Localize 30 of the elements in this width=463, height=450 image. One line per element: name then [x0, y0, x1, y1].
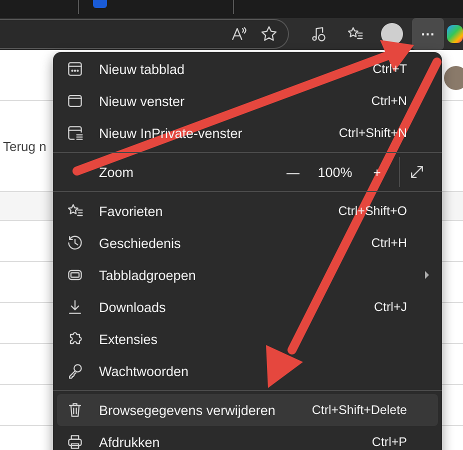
menu-item[interactable]: Nieuw venster Ctrl+N	[57, 85, 438, 117]
download-icon	[66, 298, 84, 316]
favorite-star-icon[interactable]	[260, 25, 278, 43]
media-icon[interactable]	[310, 25, 328, 43]
tab-icon	[66, 60, 84, 78]
menu-item[interactable]: Wachtwoorden	[57, 355, 438, 387]
copilot-icon[interactable]	[447, 25, 463, 43]
menu-item[interactable]: Extensies	[57, 323, 438, 355]
history-icon	[66, 234, 84, 252]
profile-avatar	[444, 66, 463, 90]
menu-item[interactable]: Downloads Ctrl+J	[57, 291, 438, 323]
zoom-label: Zoom	[99, 164, 135, 180]
menu-item[interactable]: Tabbladgroepen	[57, 259, 438, 291]
read-aloud-icon[interactable]	[230, 25, 248, 43]
more-button[interactable]: ···	[412, 18, 444, 50]
back-link-text[interactable]: Terug n	[3, 138, 46, 154]
key-icon	[66, 362, 84, 380]
site-icon	[93, 0, 107, 8]
window-icon	[66, 92, 84, 110]
printer-icon	[66, 433, 84, 450]
zoom-value: 100%	[316, 164, 354, 180]
menu-item[interactable]: Afdrukken Ctrl+P	[57, 426, 438, 450]
fullscreen-icon[interactable]	[408, 163, 426, 181]
zoom-out-button[interactable]: —	[280, 159, 306, 185]
menu-item[interactable]: Geschiedenis Ctrl+H	[57, 227, 438, 259]
caret-icon	[424, 270, 430, 280]
menu-item[interactable]: Nieuw tabblad Ctrl+T	[57, 53, 438, 85]
private-window-icon	[66, 124, 84, 142]
menu-item[interactable]: Browsegegevens verwijderen Ctrl+Shift+Delete	[57, 394, 438, 426]
trash-icon	[66, 401, 84, 419]
